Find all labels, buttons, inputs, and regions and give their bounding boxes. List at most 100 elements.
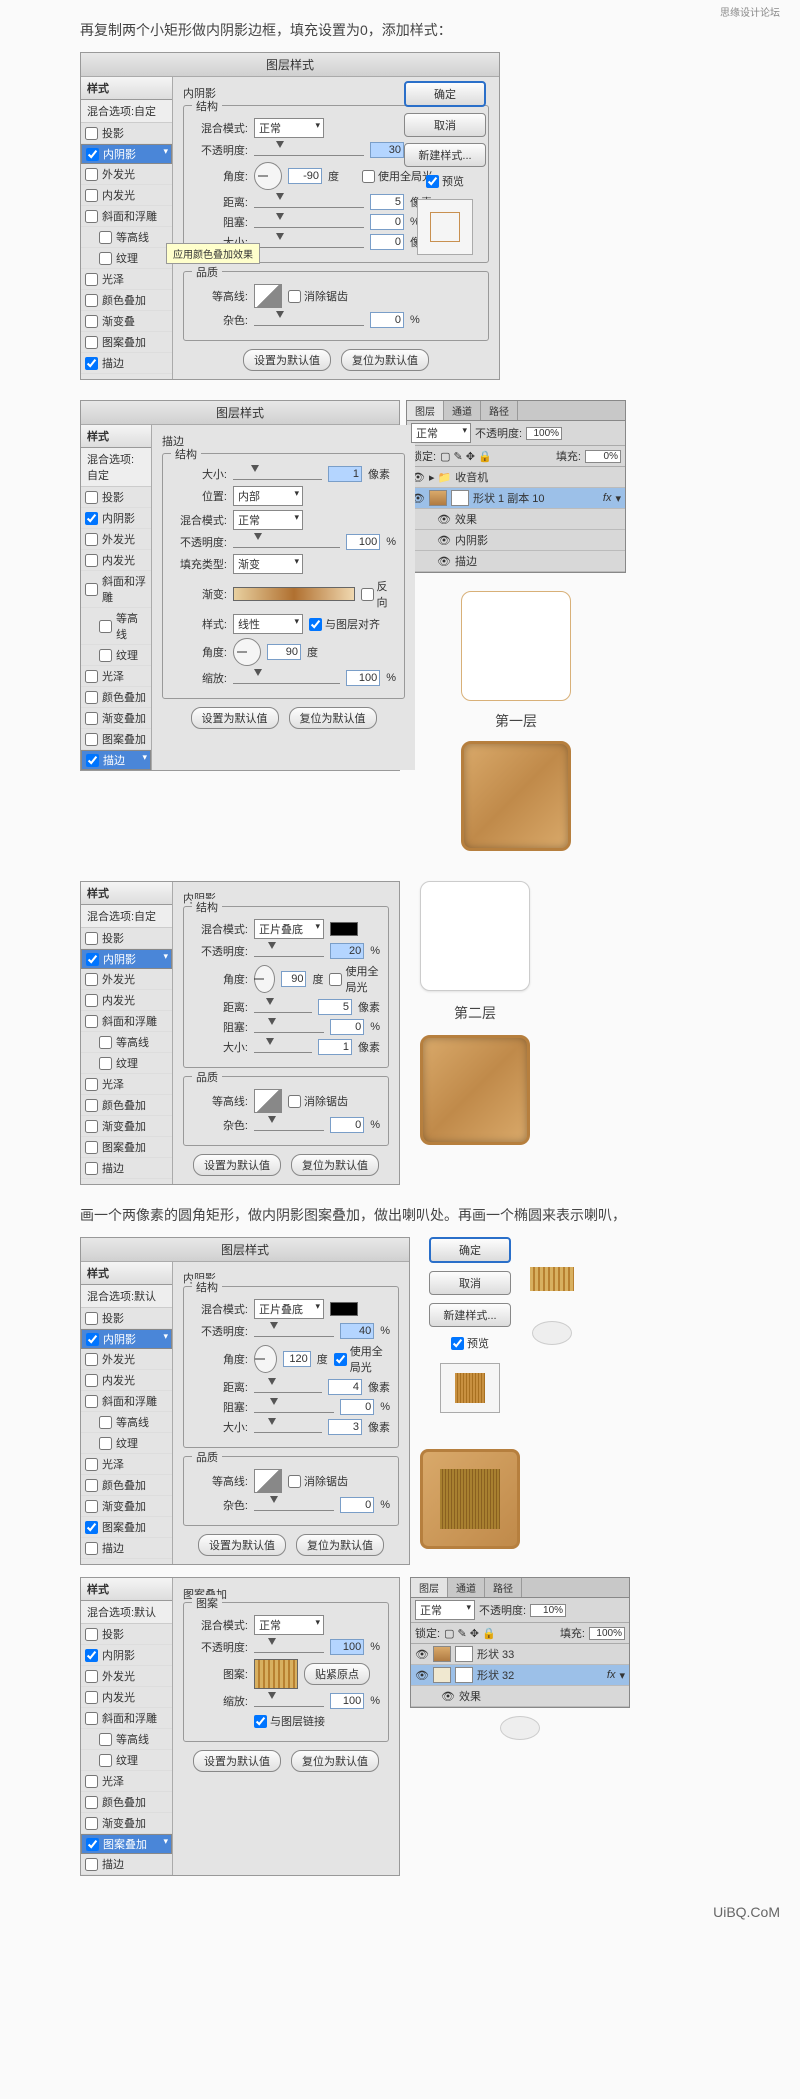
opacity-slider[interactable] bbox=[254, 144, 364, 156]
size-slider[interactable] bbox=[254, 236, 364, 248]
reset-2[interactable]: 复位为默认值 bbox=[289, 707, 377, 729]
p2-drop[interactable]: 投影 bbox=[81, 487, 151, 508]
stroke-op-input[interactable]: 100 bbox=[346, 534, 380, 550]
chk-stroke[interactable] bbox=[85, 357, 98, 370]
layer-shape33[interactable]: 👁形状 33 bbox=[411, 1644, 629, 1665]
chk-link-layer[interactable]: 与图层链接 bbox=[254, 1713, 325, 1729]
stroke-blend-select[interactable]: 正常 bbox=[233, 510, 303, 530]
style-drop-shadow[interactable]: 投影 bbox=[81, 123, 172, 144]
stroke-size-slider[interactable] bbox=[233, 468, 322, 480]
style-stroke[interactable]: 描边 bbox=[81, 353, 172, 374]
size-input[interactable]: 0 bbox=[370, 234, 404, 250]
scale-input[interactable]: 100 bbox=[346, 670, 380, 686]
color-swatch[interactable] bbox=[330, 922, 358, 936]
p2-inner[interactable]: 内阴影 bbox=[81, 508, 151, 529]
p4-angle[interactable]: 120 bbox=[283, 1351, 311, 1367]
reset-default-button[interactable]: 复位为默认值 bbox=[341, 349, 429, 371]
p3-angle[interactable]: 90 bbox=[281, 971, 307, 987]
p3-size[interactable]: 1 bbox=[318, 1039, 352, 1055]
tab-layers[interactable]: 图层 bbox=[407, 401, 444, 420]
gradient-picker[interactable] bbox=[233, 587, 355, 601]
style-contour[interactable]: 等高线 bbox=[81, 227, 172, 248]
p2-color[interactable]: 颜色叠加 bbox=[81, 687, 151, 708]
cancel-button-4[interactable]: 取消 bbox=[429, 1271, 511, 1295]
style-inner-glow[interactable]: 内发光 bbox=[81, 185, 172, 206]
style-color-overlay[interactable]: 颜色叠加 bbox=[81, 290, 172, 311]
p3-blend[interactable]: 正片叠底 bbox=[254, 919, 324, 939]
tab-paths-2[interactable]: 路径 bbox=[485, 1578, 522, 1597]
choke-slider[interactable] bbox=[254, 216, 364, 228]
chk-outerglow[interactable] bbox=[85, 168, 98, 181]
p2-stroke[interactable]: 描边 bbox=[81, 750, 151, 770]
style-outer-glow[interactable]: 外发光 bbox=[81, 164, 172, 185]
p4-size[interactable]: 3 bbox=[328, 1419, 362, 1435]
layer-shape10[interactable]: 👁形状 1 副本 10fx▾ bbox=[407, 488, 625, 509]
layer-opacity-2[interactable]: 10% bbox=[530, 1604, 566, 1617]
fx-stroke[interactable]: 👁描边 bbox=[407, 551, 625, 572]
stroke-angle-dial[interactable] bbox=[233, 638, 261, 666]
chk-preview[interactable]: 预览 bbox=[426, 173, 464, 189]
pattern-picker[interactable] bbox=[254, 1659, 298, 1689]
layer-fill[interactable]: 0% bbox=[585, 450, 621, 463]
fx-badge[interactable]: fx bbox=[603, 492, 612, 504]
chk-reverse[interactable]: 反向 bbox=[361, 578, 396, 610]
cancel-button[interactable]: 取消 bbox=[404, 113, 486, 137]
filltype-select[interactable]: 渐变 bbox=[233, 554, 303, 574]
chk-drop[interactable] bbox=[85, 127, 98, 140]
scale-slider[interactable] bbox=[233, 672, 340, 684]
style-inner-shadow[interactable]: 内阴影 bbox=[81, 144, 172, 164]
grad-style-select[interactable]: 线性 bbox=[233, 614, 303, 634]
set-default-2[interactable]: 设置为默认值 bbox=[191, 707, 279, 729]
stroke-size-input[interactable]: 1 bbox=[328, 466, 362, 482]
blend-options[interactable]: 混合选项:自定 bbox=[81, 100, 172, 123]
chk-innerglow[interactable] bbox=[85, 189, 98, 202]
style-texture[interactable]: 纹理 bbox=[81, 248, 172, 269]
fx-inner[interactable]: 👁内阴影 bbox=[407, 530, 625, 551]
chk-texture[interactable] bbox=[99, 252, 112, 265]
chk-align[interactable]: 与图层对齐 bbox=[309, 616, 380, 632]
chk-contour[interactable] bbox=[99, 231, 112, 244]
chk-pat[interactable] bbox=[85, 336, 98, 349]
p2-outerglow[interactable]: 外发光 bbox=[81, 529, 151, 550]
p3-noise[interactable]: 0 bbox=[330, 1117, 364, 1133]
blend-mode-select[interactable]: 正常 bbox=[254, 118, 324, 138]
dist-slider[interactable] bbox=[254, 196, 364, 208]
set-default-button[interactable]: 设置为默认值 bbox=[243, 349, 331, 371]
layer-opacity[interactable]: 100% bbox=[526, 427, 562, 440]
style-bevel[interactable]: 斜面和浮雕 bbox=[81, 206, 172, 227]
p4-choke[interactable]: 0 bbox=[340, 1399, 374, 1415]
p2-contour[interactable]: 等高线 bbox=[81, 608, 151, 645]
layer-group-radio[interactable]: 👁▸ 📁收音机 bbox=[407, 467, 625, 488]
chk-antialias[interactable]: 消除锯齿 bbox=[288, 288, 348, 304]
p3-dist[interactable]: 5 bbox=[318, 999, 352, 1015]
p2-satin[interactable]: 光泽 bbox=[81, 666, 151, 687]
p3-choke[interactable]: 0 bbox=[330, 1019, 364, 1035]
chk-grad-p1[interactable] bbox=[85, 315, 98, 328]
p3-op[interactable]: 20 bbox=[330, 943, 364, 959]
layer-fill-2[interactable]: 100% bbox=[589, 1627, 625, 1640]
chk-color[interactable] bbox=[85, 294, 98, 307]
p4-op[interactable]: 40 bbox=[340, 1323, 374, 1339]
tab-layers-2[interactable]: 图层 bbox=[411, 1578, 448, 1597]
chevron-down-icon[interactable]: ▾ bbox=[615, 492, 621, 505]
contour-picker[interactable] bbox=[254, 284, 282, 308]
p4-blend[interactable]: 正片叠底 bbox=[254, 1299, 324, 1319]
chk-inner[interactable] bbox=[86, 148, 99, 161]
position-select[interactable]: 内部 bbox=[233, 486, 303, 506]
p2-grad[interactable]: 渐变叠加 bbox=[81, 708, 151, 729]
noise-input[interactable]: 0 bbox=[370, 312, 404, 328]
p2-innerglow[interactable]: 内发光 bbox=[81, 550, 151, 571]
p2-texture[interactable]: 纹理 bbox=[81, 645, 151, 666]
style-grad-overlay[interactable]: 渐变叠 bbox=[81, 311, 172, 332]
p5-scale[interactable]: 100 bbox=[330, 1693, 364, 1709]
ok-button-4[interactable]: 确定 bbox=[429, 1237, 511, 1263]
p5-op[interactable]: 100 bbox=[330, 1639, 364, 1655]
new-style-button-4[interactable]: 新建样式... bbox=[429, 1303, 511, 1327]
new-style-button[interactable]: 新建样式... bbox=[404, 143, 486, 167]
mask-thumb[interactable] bbox=[451, 490, 469, 506]
fx-effects[interactable]: 👁效果 bbox=[407, 509, 625, 530]
layer-blend-select[interactable]: 正常 bbox=[411, 423, 471, 443]
tab-channels[interactable]: 通道 bbox=[444, 401, 481, 420]
opacity-input[interactable]: 30 bbox=[370, 142, 404, 158]
chk-satin[interactable] bbox=[85, 273, 98, 286]
